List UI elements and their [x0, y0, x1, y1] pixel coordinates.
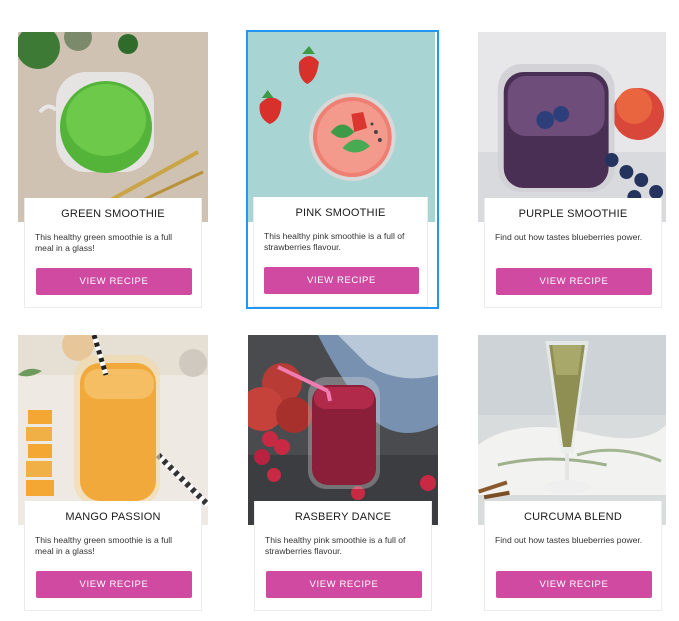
view-recipe-button[interactable]: VIEW RECIPE	[36, 571, 192, 598]
card-title: MANGO PASSION	[65, 511, 161, 523]
card-panel: MANGO PASSION This healthy green smoothi…	[24, 501, 202, 611]
pink-smoothie-image	[248, 32, 435, 222]
card-panel: GREEN SMOOTHIE This healthy green smooth…	[24, 198, 202, 308]
green-smoothie-image	[18, 32, 208, 222]
card-panel: PINK SMOOTHIE This healthy pink smoothie…	[253, 197, 428, 307]
card-description: This healthy pink smoothie is a full of …	[264, 231, 405, 252]
view-recipe-button[interactable]: VIEW RECIPE	[36, 268, 192, 295]
mango-smoothie-image	[18, 335, 208, 525]
card-description: This healthy green smoothie is a full me…	[35, 535, 173, 556]
card-title: PURPLE SMOOTHIE	[518, 208, 628, 220]
curcuma-smoothie-image	[478, 335, 666, 525]
card-panel: PURPLE SMOOTHIE Find out how tastes blue…	[484, 198, 662, 308]
view-recipe-button[interactable]: VIEW RECIPE	[266, 571, 422, 598]
card-title: PINK SMOOTHIE	[295, 207, 386, 219]
recipe-card-purple-smoothie[interactable]: PURPLE SMOOTHIE Find out how tastes blue…	[478, 32, 666, 308]
card-description: Find out how tastes blueberries power.	[495, 535, 643, 545]
card-panel: RASBERY DANCE This healthy pink smoothie…	[254, 501, 432, 611]
card-description: This healthy green smoothie is a full me…	[35, 232, 173, 253]
view-recipe-button[interactable]: VIEW RECIPE	[264, 267, 419, 294]
card-title: RASBERY DANCE	[294, 511, 392, 523]
card-description: Find out how tastes blueberries power.	[495, 232, 643, 242]
view-recipe-button[interactable]: VIEW RECIPE	[496, 268, 652, 295]
card-title: GREEN SMOOTHIE	[61, 208, 165, 220]
recipe-card-curcuma-blend[interactable]: CURCUMA BLEND Find out how tastes bluebe…	[478, 335, 666, 611]
card-title: CURCUMA BLEND	[524, 511, 622, 523]
card-description: This healthy pink smoothie is a full of …	[265, 535, 406, 556]
card-panel: CURCUMA BLEND Find out how tastes bluebe…	[484, 501, 662, 611]
recipe-card-rasbery-dance[interactable]: RASBERY DANCE This healthy pink smoothie…	[248, 335, 438, 611]
recipe-card-green-smoothie[interactable]: GREEN SMOOTHIE This healthy green smooth…	[18, 32, 208, 308]
recipe-card-mango-passion[interactable]: MANGO PASSION This healthy green smoothi…	[18, 335, 208, 611]
recipe-card-pink-smoothie[interactable]: PINK SMOOTHIE This healthy pink smoothie…	[246, 30, 439, 309]
raspberry-smoothie-image	[248, 335, 438, 525]
purple-smoothie-image	[478, 32, 666, 222]
view-recipe-button[interactable]: VIEW RECIPE	[496, 571, 652, 598]
recipe-grid: GREEN SMOOTHIE This healthy green smooth…	[0, 0, 679, 621]
